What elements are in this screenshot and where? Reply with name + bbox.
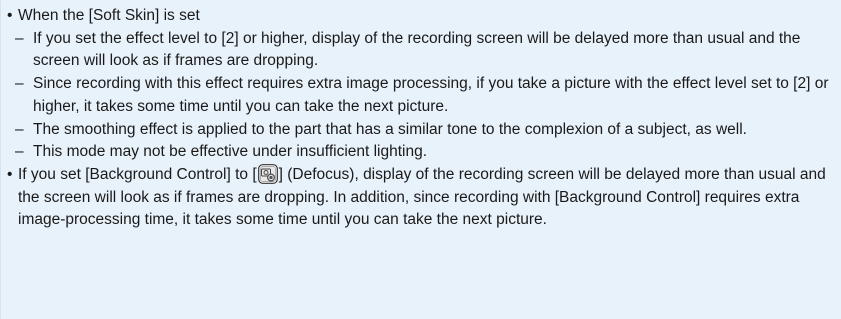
dash-mark: – [15, 120, 24, 138]
soft-skin-heading: When the [Soft Skin] is set [18, 7, 200, 24]
dash-mark: – [15, 29, 24, 47]
list-item-text: This mode may not be effective under ins… [33, 143, 428, 161]
soft-skin-note: • When the [Soft Skin] is set [6, 5, 831, 28]
list-item: – If you set the effect level to [2] or … [6, 28, 831, 73]
list-item: – This mode may not be effective under i… [6, 141, 831, 164]
bullet-mark: • [7, 165, 13, 183]
background-control-text-before: If you set [Background Control] to [ [18, 165, 257, 183]
list-item-text: If you set the effect level to [2] or hi… [33, 29, 801, 70]
defocus-icon [257, 164, 278, 184]
dash-mark: – [15, 143, 24, 161]
list-item: – The smoothing effect is applied to the… [6, 119, 831, 142]
background-control-note: • If you set [Background Control] to [ ]… [6, 164, 831, 232]
bullet-mark: • [7, 7, 13, 24]
soft-skin-details: – If you set the effect level to [2] or … [6, 28, 831, 164]
list-item-text: The smoothing effect is applied to the p… [33, 120, 747, 138]
list-item-text: Since recording with this effect require… [33, 75, 829, 115]
list-item: – Since recording with this effect requi… [6, 73, 831, 118]
dash-mark: – [15, 75, 24, 93]
notes-box: • When the [Soft Skin] is set – If you s… [0, 0, 841, 319]
